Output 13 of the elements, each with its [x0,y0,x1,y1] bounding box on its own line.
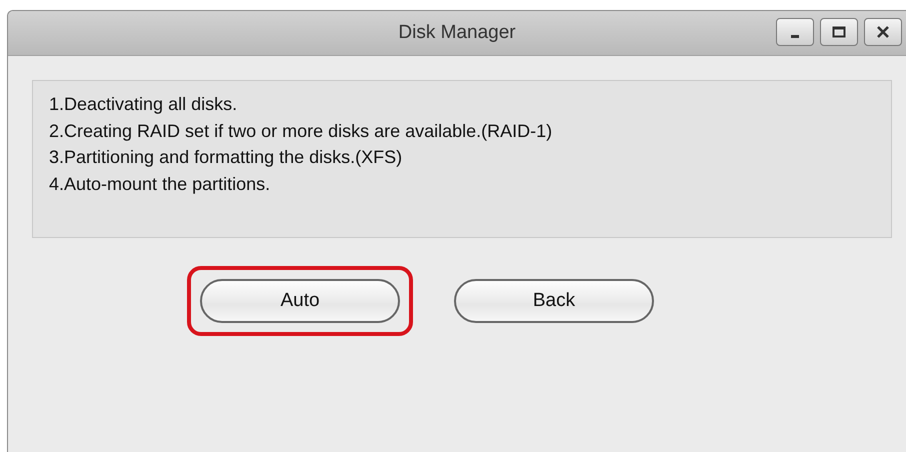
window-title: Disk Manager [398,22,516,44]
minimize-icon [791,35,799,38]
minimize-button[interactable] [776,18,814,46]
action-button[interactable]: Back [454,279,654,323]
step-text: 3.Partitioning and formatting the disks.(XFS) [49,146,404,169]
maximize-icon [832,26,846,38]
maximize-button[interactable] [820,18,858,46]
step-text: 1.Deactivating all disks. [49,93,238,116]
step-text: 4.Auto-mount the partitions. [49,172,272,196]
close-button[interactable] [864,18,902,46]
step-text: 2.Creating RAID set if two or more disks are available.(RAID-1) [49,120,554,143]
action-button[interactable]: Auto [200,279,400,323]
close-icon [876,26,890,38]
